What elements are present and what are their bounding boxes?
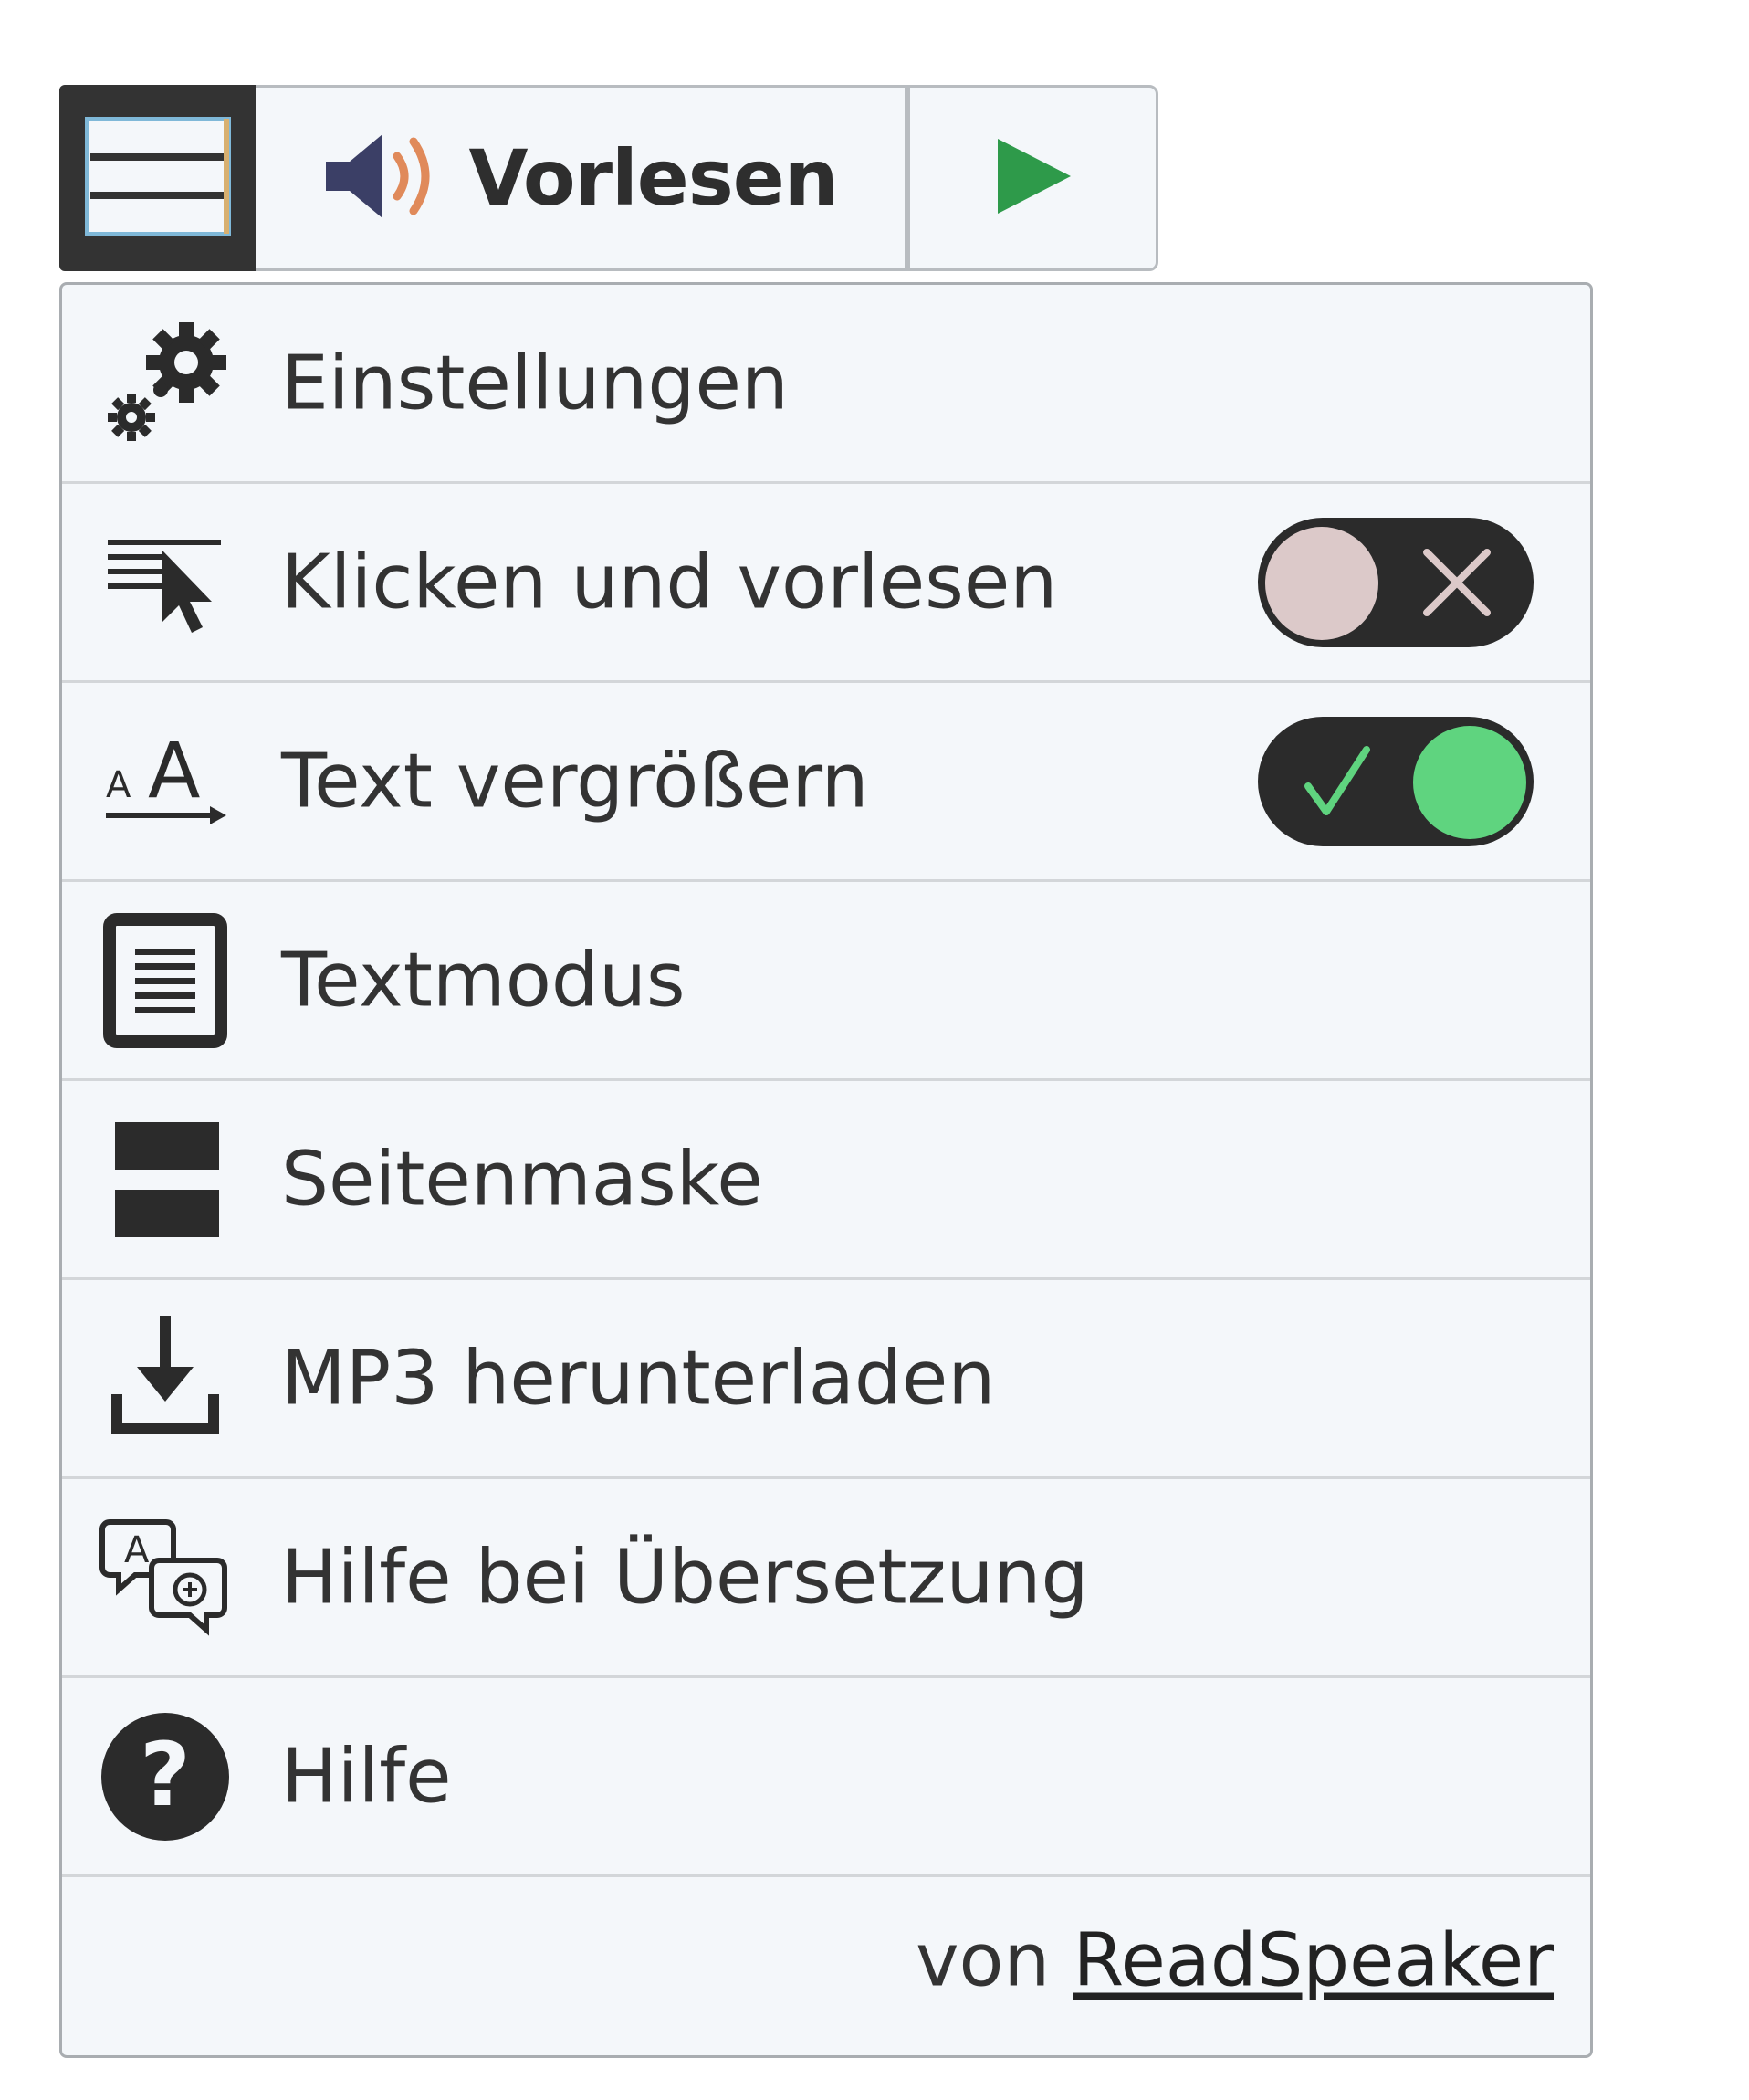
toggle-knob (1265, 526, 1378, 640)
text-mode-icon (97, 912, 234, 1049)
translation-icon: A (97, 1509, 234, 1646)
menu-item-label: MP3 herunterladen (281, 1335, 996, 1422)
menu-item-translation-help[interactable]: A Hilfe bei Übersetzung (62, 1479, 1590, 1678)
menu-item-help[interactable]: ? Hilfe (62, 1678, 1590, 1877)
click-and-listen-toggle[interactable] (1258, 517, 1534, 647)
download-icon (97, 1310, 234, 1447)
menu-item-label: Hilfe (281, 1733, 452, 1820)
footer-prefix: von (916, 1917, 1051, 2003)
tools-dropdown-menu: Einstellungen Klicken und vorlesen A A T… (59, 282, 1593, 2058)
menu-item-click-and-listen[interactable]: Klicken und vorlesen (62, 484, 1590, 683)
page-mask-icon (97, 1111, 234, 1248)
footer-credit: von ReadSpeaker (916, 1918, 1554, 2003)
listen-button[interactable]: Vorlesen (256, 85, 907, 271)
close-icon (1393, 518, 1521, 647)
menu-item-settings[interactable]: Einstellungen (62, 285, 1590, 484)
menu-item-label: Textmodus (281, 937, 686, 1024)
svg-text:A: A (106, 764, 131, 806)
help-icon: ? (97, 1708, 234, 1845)
checkmark-icon (1272, 717, 1400, 846)
menu-button[interactable] (59, 85, 256, 271)
menu-item-label: Hilfe bei Übersetzung (281, 1534, 1089, 1621)
menu-footer: von ReadSpeaker (62, 1877, 1590, 2043)
menu-item-label: Klicken und vorlesen (281, 539, 1058, 625)
menu-item-label: Seitenmaske (281, 1136, 763, 1223)
hamburger-menu-icon (84, 117, 231, 239)
svg-text:A: A (124, 1529, 150, 1571)
svg-text:A: A (148, 726, 200, 815)
text-enlarge-icon: A A (97, 713, 234, 850)
listen-label: Vorlesen (468, 133, 838, 223)
readspeaker-link[interactable]: ReadSpeaker (1073, 1918, 1554, 2003)
play-icon (992, 135, 1074, 221)
menu-item-text-enlarge[interactable]: A A Text vergrößern (62, 683, 1590, 882)
svg-text:?: ? (140, 1724, 191, 1826)
menu-item-page-mask[interactable]: Seitenmaske (62, 1081, 1590, 1280)
menu-item-text-mode[interactable]: Textmodus (62, 882, 1590, 1081)
text-enlarge-toggle[interactable] (1258, 716, 1534, 846)
menu-item-label: Einstellungen (281, 340, 789, 426)
click-and-listen-icon (97, 514, 234, 651)
toggle-knob (1413, 725, 1526, 839)
menu-item-download-mp3[interactable]: MP3 herunterladen (62, 1280, 1590, 1479)
readspeaker-toolbar: Vorlesen (59, 85, 1158, 271)
play-button[interactable] (907, 85, 1158, 271)
settings-gears-icon (97, 315, 234, 452)
speaker-icon (322, 131, 441, 226)
menu-item-label: Text vergrößern (281, 738, 869, 824)
